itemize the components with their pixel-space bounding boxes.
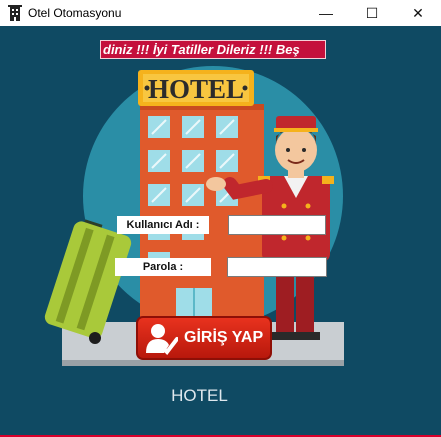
maximize-icon: ☐	[365, 4, 379, 21]
login-button[interactable]: GİRİŞ YAP	[136, 316, 272, 360]
hotel-building	[140, 104, 264, 320]
username-label: Kullanıcı Adı :	[117, 216, 209, 234]
title-bar: Otel Otomasyonu — ☐ ✕	[0, 0, 441, 26]
close-icon: ✕	[412, 4, 424, 21]
hotel-app-icon	[8, 5, 22, 21]
marquee-text: diniz !!! İyi Tatiller Dileriz !!! Beş	[103, 42, 300, 57]
window-title: Otel Otomasyonu	[28, 6, 122, 20]
minimize-button[interactable]: —	[303, 0, 349, 26]
user-check-icon	[146, 324, 178, 355]
minimize-icon: —	[319, 5, 333, 21]
login-form: HOTEL diniz !!! İyi Tatiller Dileriz !!!…	[0, 26, 441, 435]
welcome-marquee: diniz !!! İyi Tatiller Dileriz !!! Beş	[100, 40, 326, 59]
footer-hotel-text: HOTEL	[171, 386, 228, 405]
close-button[interactable]: ✕	[395, 0, 441, 26]
hotel-illustration: HOTEL	[44, 66, 344, 366]
login-button-label: GİRİŞ YAP	[184, 329, 264, 346]
password-input[interactable]	[227, 257, 327, 277]
username-input[interactable]	[228, 215, 326, 235]
hotel-sign: HOTEL	[138, 70, 254, 106]
maximize-button[interactable]: ☐	[349, 0, 395, 26]
hotel-sign-text: HOTEL	[148, 74, 244, 104]
password-label: Parola :	[115, 258, 211, 276]
